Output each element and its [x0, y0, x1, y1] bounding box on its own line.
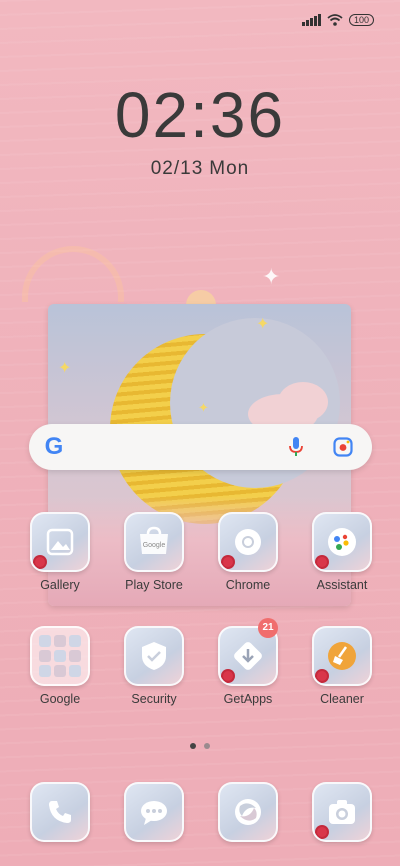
clock-date[interactable]: 02/13 Mon: [0, 158, 400, 180]
app-chrome[interactable]: Chrome: [203, 512, 293, 592]
battery-icon: 100: [348, 14, 374, 26]
app-label: Security: [131, 692, 177, 706]
page-dot[interactable]: [204, 743, 210, 749]
status-bar: 100: [302, 14, 374, 26]
google-logo-icon: G: [44, 433, 64, 460]
weekday-text: Mon: [209, 158, 250, 179]
phone-icon: [30, 782, 90, 842]
assistant-icon: [312, 512, 372, 572]
app-label: Chrome: [225, 578, 271, 592]
app-label: Cleaner: [320, 692, 364, 706]
dock-camera[interactable]: [297, 782, 387, 842]
app-security[interactable]: Security: [109, 626, 199, 706]
gallery-icon: [30, 512, 90, 572]
play-store-icon: Google: [124, 512, 184, 572]
app-label: Play Store: [125, 578, 183, 592]
notification-badge: 21: [258, 618, 278, 638]
clock-time[interactable]: 02:36: [0, 78, 400, 152]
browser-icon: [218, 782, 278, 842]
mic-icon[interactable]: [287, 436, 305, 458]
shield-icon: [124, 626, 184, 686]
dock-browser[interactable]: [203, 782, 293, 842]
chrome-icon: [218, 512, 278, 572]
sparkle-icon: ✦: [262, 264, 281, 289]
wifi-icon: [327, 14, 343, 26]
app-label: GetApps: [223, 692, 273, 706]
google-search-bar[interactable]: G: [29, 424, 372, 470]
play-store-tile-text: Google: [143, 542, 166, 549]
app-play-store[interactable]: Google Play Store: [109, 512, 199, 592]
star-icon: ✦: [256, 316, 270, 333]
dock-phone[interactable]: [15, 782, 105, 842]
cloud-shape: [278, 382, 328, 422]
dock-messages[interactable]: [109, 782, 199, 842]
app-cleaner[interactable]: Cleaner: [297, 626, 387, 706]
page-indicator[interactable]: [0, 743, 400, 749]
app-assistant[interactable]: Assistant: [297, 512, 387, 592]
app-label: Gallery: [40, 578, 80, 592]
app-label: Google: [39, 692, 81, 706]
page-dot-active[interactable]: [190, 743, 196, 749]
app-label: Assistant: [316, 578, 368, 592]
date-text: 02/13: [150, 158, 204, 179]
signal-icon: [302, 14, 321, 26]
star-icon: ✦: [198, 400, 209, 415]
broom-icon: [312, 626, 372, 686]
app-getapps[interactable]: 21 GetApps: [203, 618, 293, 706]
battery-level: 100: [353, 15, 369, 25]
star-icon: ✦: [58, 360, 72, 377]
messages-icon: [124, 782, 184, 842]
google-folder-icon: [30, 626, 90, 686]
wallpaper-rainbow: [22, 246, 124, 302]
app-gallery[interactable]: Gallery: [15, 512, 105, 592]
lens-icon[interactable]: [333, 437, 353, 457]
app-google-folder[interactable]: Google: [15, 626, 105, 706]
camera-icon: [312, 782, 372, 842]
